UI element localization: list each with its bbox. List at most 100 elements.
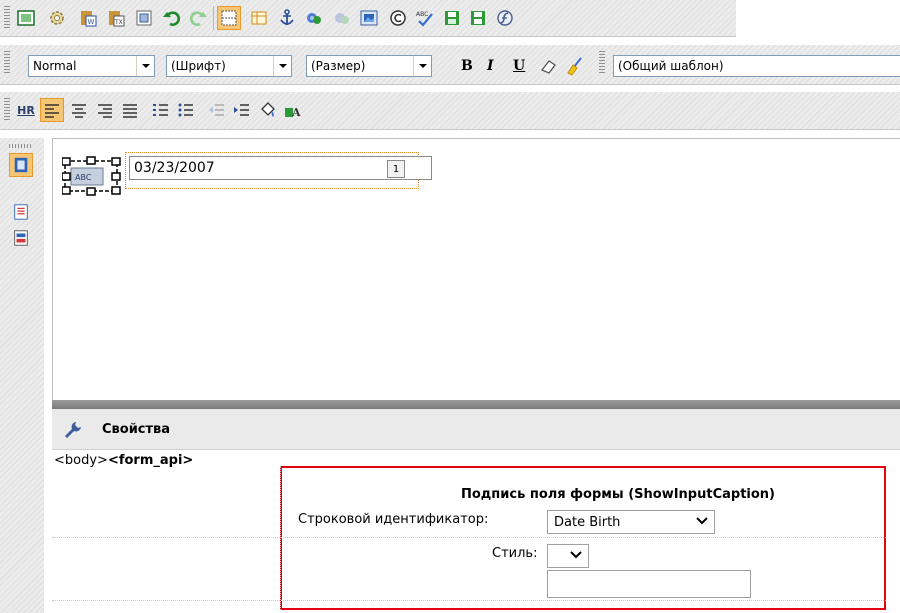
string-id-label: Строковой идентификатор: — [298, 512, 489, 527]
spellcheck-button[interactable]: ABC — [412, 6, 436, 30]
preview-mode-button[interactable] — [9, 226, 33, 250]
html-mode-button[interactable] — [9, 200, 33, 224]
select-all-icon — [136, 10, 152, 26]
table-button[interactable] — [247, 6, 271, 30]
style-label: Стиль: — [492, 546, 538, 561]
template-select[interactable]: (Общий шаблон) — [613, 55, 900, 77]
insert-flash-button[interactable] — [493, 6, 517, 30]
paragraph-toolbar: HR A — [0, 92, 900, 130]
justify-button[interactable] — [118, 98, 142, 122]
save-as-template-button[interactable] — [440, 6, 464, 30]
insert-symbol-button[interactable] — [386, 6, 410, 30]
svg-text:ABC: ABC — [75, 173, 92, 182]
select-all-button[interactable] — [132, 6, 156, 30]
svg-text:TX: TX — [114, 19, 123, 26]
paste-text-button[interactable]: TX — [104, 6, 128, 30]
calendar-icon[interactable]: 1 — [387, 160, 405, 178]
string-id-select[interactable]: Date Birth — [547, 510, 715, 534]
align-left-button[interactable] — [40, 98, 64, 122]
horizontal-rule-button[interactable]: HR — [14, 98, 38, 122]
background-color-button[interactable]: A — [281, 98, 305, 122]
style-select[interactable]: Normal — [28, 55, 155, 77]
italic-button[interactable]: I — [487, 58, 494, 74]
clear-format-button[interactable] — [536, 54, 560, 78]
save-icon — [471, 11, 485, 25]
bold-button[interactable]: B — [461, 58, 473, 74]
paint-bucket-icon — [261, 102, 275, 117]
anchor-icon — [280, 9, 294, 25]
settings-gear-icon — [50, 11, 64, 25]
paste-word-button[interactable]: W — [76, 6, 100, 30]
save-button[interactable] — [466, 6, 490, 30]
html-view-icon — [14, 204, 28, 220]
design-mode-button[interactable] — [9, 153, 33, 177]
redo-icon — [189, 11, 207, 26]
path-body[interactable]: <body> — [54, 453, 108, 468]
preview-icon — [14, 230, 28, 246]
chevron-down-icon — [273, 56, 291, 76]
caption-widget-icon[interactable]: ABC — [62, 156, 122, 196]
save-template-icon — [445, 11, 459, 25]
caption-section-title: Подпись поля формы (ShowInputCaption) — [461, 487, 775, 502]
numbered-list-button[interactable] — [149, 98, 173, 122]
anchor-button[interactable] — [275, 6, 299, 30]
link-icon — [307, 13, 321, 24]
outdent-button[interactable] — [205, 98, 229, 122]
properties-panel: Свойства <body><form_api> Подпись поля ф… — [52, 409, 900, 613]
style-select-prop[interactable] — [547, 544, 589, 568]
underline-button[interactable]: U — [513, 58, 525, 74]
toggle-view-button[interactable] — [14, 6, 38, 30]
align-left-icon — [45, 104, 59, 118]
horizontal-rule-label: HR — [17, 103, 35, 117]
chevron-down-icon — [570, 551, 582, 559]
redo-button[interactable] — [186, 6, 210, 30]
chevron-down-icon — [696, 517, 708, 525]
svg-text:A: A — [291, 106, 301, 119]
eraser-icon — [540, 60, 556, 74]
element-path: <body><form_api> — [54, 453, 193, 468]
size-select[interactable]: (Размер) — [306, 55, 432, 77]
toolbar-grip[interactable] — [4, 51, 10, 75]
editor-bottom-border — [52, 400, 900, 409]
chevron-down-icon — [413, 56, 431, 76]
template-select-value: (Общий шаблон) — [618, 59, 724, 73]
design-view-icon — [14, 157, 28, 173]
spellcheck-icon: ABC — [416, 11, 433, 27]
undo-icon — [163, 11, 181, 26]
font-select[interactable]: (Шрифт) — [166, 55, 292, 77]
editor-window: W TX ABC Normal (Шрифт) (Размер) B I U (… — [0, 0, 900, 613]
bulleted-list-icon — [178, 103, 193, 117]
svg-text:W: W — [88, 18, 95, 26]
properties-title: Свойства — [102, 422, 171, 437]
show-borders-button[interactable] — [217, 6, 241, 30]
align-center-button[interactable] — [67, 98, 91, 122]
chevron-down-icon — [136, 56, 154, 76]
format-toolbar: Normal (Шрифт) (Размер) B I U (Общий шаб… — [0, 45, 900, 85]
toggle-view-icon — [17, 10, 35, 26]
style-text-input[interactable] — [547, 570, 751, 598]
toolbar-grip[interactable] — [4, 98, 10, 122]
text-color-button[interactable] — [256, 98, 280, 122]
toolbar-grip[interactable] — [9, 144, 31, 148]
align-right-button[interactable] — [93, 98, 117, 122]
table-icon — [251, 11, 267, 25]
settings-button[interactable] — [45, 6, 69, 30]
bulleted-list-button[interactable] — [174, 98, 198, 122]
numbered-list-icon — [153, 104, 168, 116]
path-form-api[interactable]: <form_api> — [108, 453, 193, 468]
insert-image-button[interactable] — [357, 6, 381, 30]
toolbar-grip[interactable] — [4, 6, 10, 30]
broom-icon — [567, 57, 582, 76]
unlink-icon — [335, 13, 349, 24]
properties-header: Свойства — [52, 409, 900, 450]
remove-link-button[interactable] — [330, 6, 354, 30]
format-painter-button[interactable] — [563, 54, 587, 78]
highlight-icon: A — [285, 106, 301, 119]
align-right-icon — [98, 104, 112, 118]
editor-canvas[interactable]: ABC 03/23/2007 1 — [52, 138, 900, 401]
insert-link-button[interactable] — [302, 6, 326, 30]
font-select-value: (Шрифт) — [171, 59, 226, 73]
indent-button[interactable] — [230, 98, 254, 122]
toolbar-grip[interactable] — [599, 51, 605, 75]
undo-button[interactable] — [160, 6, 184, 30]
